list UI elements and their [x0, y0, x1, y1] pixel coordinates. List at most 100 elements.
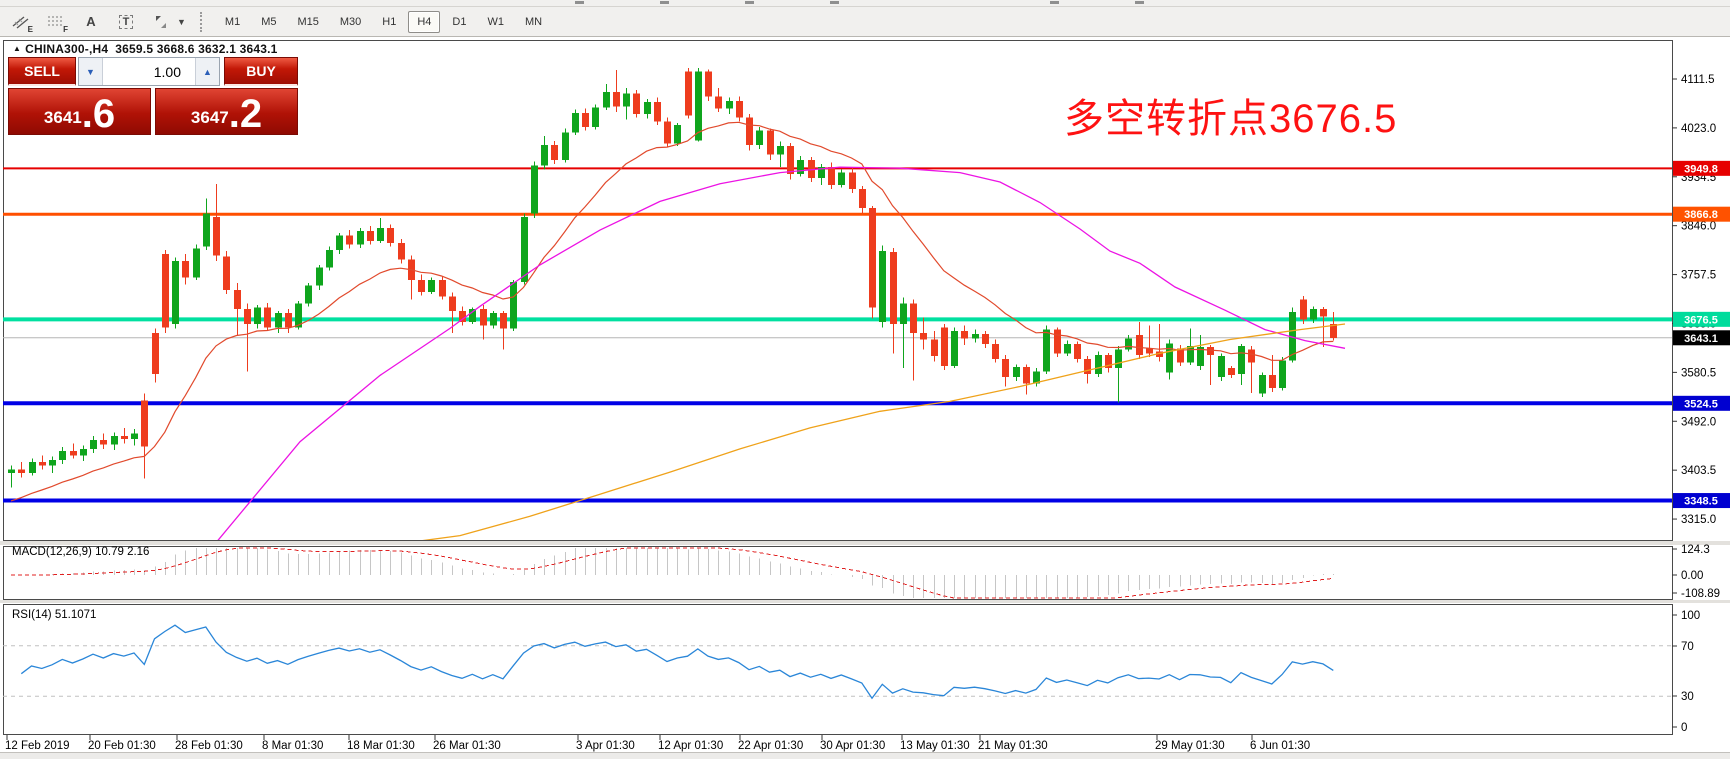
candle [326, 246, 333, 271]
candle [562, 128, 569, 163]
sell-price-main: 3641 [43, 108, 82, 127]
one-click-trade-panel: SELL ▼ 1.00 ▲ BUY 3641.6 3647.2 [8, 57, 298, 135]
candle [1095, 351, 1102, 378]
timeframe-button-H4[interactable]: H4 [408, 10, 441, 33]
price-badge-3524.5[interactable]: 3524.5 [1673, 395, 1730, 411]
candle [1054, 327, 1061, 358]
volume-input[interactable]: 1.00 [103, 58, 195, 85]
window-edge-mark [575, 1, 584, 4]
svg-text:26 Mar 01:30: 26 Mar 01:30 [433, 740, 501, 752]
svg-text:21 May 01:30: 21 May 01:30 [978, 740, 1048, 752]
timeframe-button-MN[interactable]: MN [516, 11, 551, 33]
svg-text:3524.5: 3524.5 [1684, 398, 1718, 410]
svg-text:30: 30 [1681, 691, 1694, 703]
pane-divider[interactable] [0, 541, 1730, 545]
window-edge-mark [1135, 1, 1144, 4]
rsi-pane[interactable] [3, 604, 1673, 735]
candle [1218, 353, 1225, 381]
timeframe-button-D1[interactable]: D1 [443, 11, 475, 33]
candle [428, 277, 435, 295]
svg-text:3348.5: 3348.5 [1684, 496, 1718, 508]
chart-annotation-text[interactable]: 多空转折点3676.5 [1064, 86, 1397, 144]
timeframe-button-H1[interactable]: H1 [373, 11, 405, 33]
candle [1259, 372, 1266, 397]
window-bottom-edge [0, 753, 1730, 759]
fibonacci-lines-tool-icon[interactable]: F [42, 10, 70, 34]
candle [172, 257, 179, 329]
svg-text:0: 0 [1681, 722, 1687, 734]
svg-text:3315.0: 3315.0 [1681, 514, 1716, 526]
window-edge-mark [660, 1, 669, 4]
text-box-tool-icon[interactable]: T [112, 10, 140, 34]
toolbar-separator [199, 11, 206, 32]
svg-text:12 Apr 01:30: 12 Apr 01:30 [658, 740, 723, 752]
svg-text:18 Mar 01:30: 18 Mar 01:30 [347, 740, 415, 752]
svg-text:70: 70 [1681, 641, 1694, 653]
arrow-marker-tool-icon[interactable] [147, 10, 175, 34]
volume-down-button[interactable]: ▼ [79, 58, 103, 85]
svg-text:29 May 01:30: 29 May 01:30 [1155, 740, 1225, 752]
svg-text:3492.0: 3492.0 [1681, 416, 1716, 428]
svg-text:3866.8: 3866.8 [1684, 209, 1718, 221]
timeframe-button-M15[interactable]: M15 [288, 11, 327, 33]
price-badge-3949.8[interactable]: 3949.8 [1673, 160, 1730, 176]
svg-text:3580.5: 3580.5 [1681, 367, 1716, 379]
window-edge-mark [745, 1, 754, 4]
candle [305, 283, 312, 307]
candle [162, 249, 169, 333]
macd-pane[interactable] [3, 546, 1673, 600]
svg-text:3949.8: 3949.8 [1684, 163, 1718, 175]
svg-text:3757.5: 3757.5 [1681, 270, 1716, 282]
candle [592, 104, 599, 130]
candle [941, 324, 948, 370]
svg-text:13 May 01:30: 13 May 01:30 [900, 740, 970, 752]
price-badge-3866.8[interactable]: 3866.8 [1673, 206, 1730, 222]
timeframe-button-M1[interactable]: M1 [216, 11, 249, 33]
candle [664, 117, 671, 148]
candle [951, 327, 958, 369]
timeframe-button-W1[interactable]: W1 [478, 11, 513, 33]
candle [223, 251, 230, 295]
macd-indicator-label: MACD(12,26,9) 10.79 2.16 [12, 546, 150, 558]
svg-text:100: 100 [1681, 610, 1700, 622]
price-badge-3348.5[interactable]: 3348.5 [1673, 493, 1730, 509]
buy-price-display[interactable]: 3647.2 [155, 88, 298, 135]
application-window: E F A T ▼ M1 M5 M15 M30 H1 H4 D1 W1 MN 4111.5 4023.0 39… [0, 0, 1730, 759]
price-badge-3643.1[interactable]: 3643.1 [1673, 330, 1730, 346]
timeframe-button-M5[interactable]: M5 [252, 11, 285, 33]
candle [685, 68, 692, 119]
svg-text:22 Apr 01:30: 22 Apr 01:30 [738, 740, 803, 752]
price-badge-3676.5[interactable]: 3676.5 [1673, 311, 1730, 327]
svg-text:4111.5: 4111.5 [1681, 74, 1714, 86]
symbol-name: CHINA300-,H4 [25, 42, 109, 56]
candle [193, 244, 200, 280]
buy-button[interactable]: BUY [224, 57, 298, 86]
rsi-indicator-label: RSI(14) 51.1071 [12, 609, 97, 621]
svg-text:6 Jun 01:30: 6 Jun 01:30 [1250, 740, 1310, 752]
expand-triangle-icon[interactable]: ▲ [13, 44, 21, 53]
svg-text:8 Mar 01:30: 8 Mar 01:30 [262, 740, 323, 752]
window-edge-mark [830, 1, 839, 4]
equidistant-channel-tool-icon[interactable]: E [7, 10, 35, 34]
candle [674, 122, 681, 147]
text-label-tool-icon[interactable]: A [77, 10, 105, 34]
candle [633, 89, 640, 118]
svg-text:3 Apr 01:30: 3 Apr 01:30 [576, 740, 635, 752]
svg-text:20 Feb 01:30: 20 Feb 01:30 [88, 740, 156, 752]
svg-text:30 Apr 01:30: 30 Apr 01:30 [820, 740, 885, 752]
svg-text:0.00: 0.00 [1681, 570, 1703, 582]
volume-up-button[interactable]: ▲ [195, 58, 219, 85]
sell-button[interactable]: SELL [8, 57, 76, 86]
candle [879, 245, 886, 328]
time-axis[interactable]: 12 Feb 2019 20 Feb 01:30 28 Feb 01:30 8 Mar… [5, 735, 1310, 752]
tool-dropdown-caret-icon[interactable]: ▼ [177, 17, 186, 27]
svg-text:4023.0: 4023.0 [1681, 123, 1716, 135]
ohlc-values: 3659.5 3668.6 3632.1 3643.1 [115, 42, 278, 56]
sell-price-display[interactable]: 3641.6 [8, 88, 151, 135]
candle [531, 161, 538, 218]
svg-text:3643.1: 3643.1 [1684, 333, 1718, 345]
timeframe-button-M30[interactable]: M30 [331, 11, 370, 33]
candle [705, 69, 712, 101]
pane-divider[interactable] [0, 600, 1730, 603]
candle [695, 68, 702, 142]
